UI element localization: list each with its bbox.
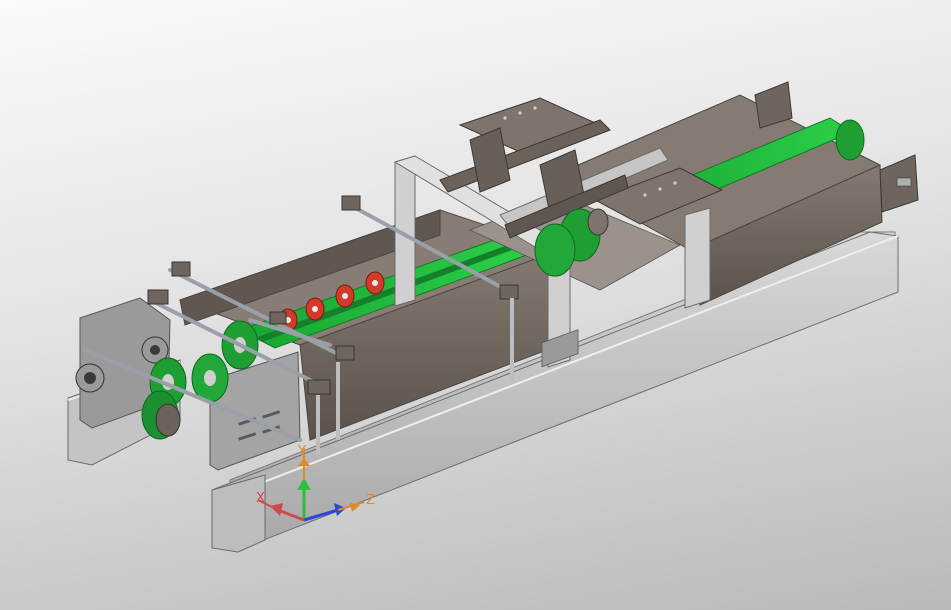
rod-block <box>499 284 519 300</box>
rod-block <box>171 261 191 277</box>
conveyor-assembly-model[interactable]: Y Z X <box>0 0 951 610</box>
upper-belt-end-roller <box>835 119 865 161</box>
drive-roller <box>534 223 576 277</box>
triad-z-label: Z <box>366 493 375 508</box>
cad-viewport[interactable]: Y Z X <box>0 0 951 610</box>
rod-block <box>335 345 355 361</box>
rod-block <box>307 379 331 395</box>
rod-block <box>269 311 287 325</box>
triad-y-label: Y <box>297 444 306 459</box>
rod-block <box>147 289 169 305</box>
gantry-post-back <box>684 207 711 309</box>
rod-block <box>341 195 361 211</box>
triad-x-label: X <box>256 491 265 506</box>
